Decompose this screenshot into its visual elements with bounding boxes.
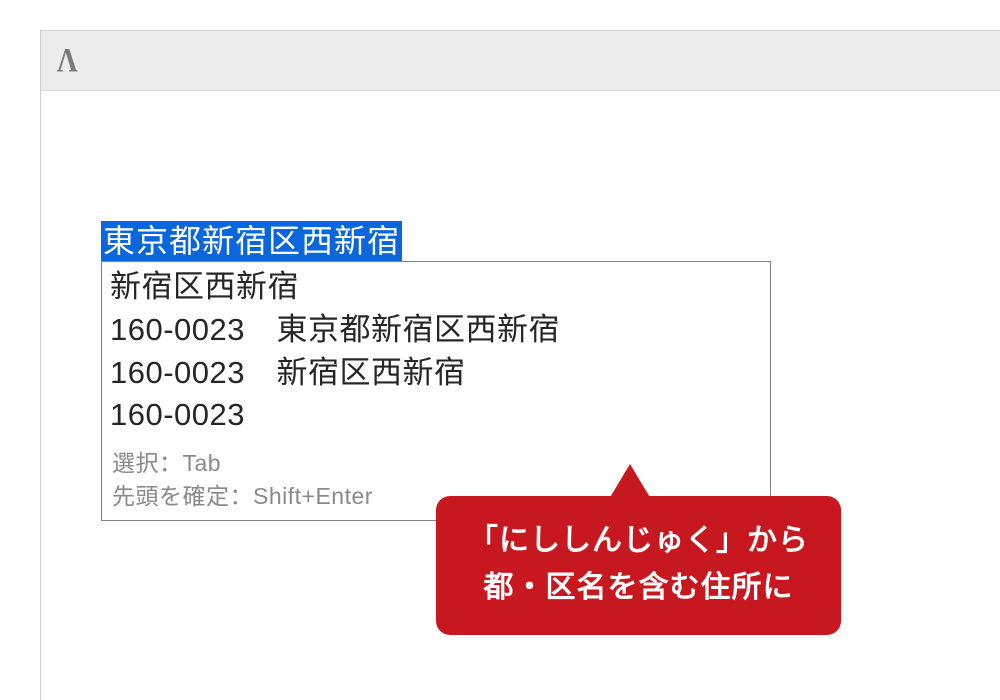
annotation-callout: 「にししんじゅく」から 都・区名を含む住所に <box>436 496 841 635</box>
ime-candidate-item[interactable]: 160-0023 東京都新宿区西新宿 <box>110 309 762 352</box>
app-logo-icon: Λ <box>57 42 78 80</box>
ime-candidate-item[interactable]: 160-0023 新宿区西新宿 <box>110 352 762 395</box>
callout-line: 都・区名を含む住所に <box>468 565 809 612</box>
ime-candidate-item[interactable]: 160-0023 <box>110 394 762 437</box>
ime-hint-select: 選択：Tab <box>112 447 760 480</box>
ime-candidate-item[interactable]: 新宿区西新宿 <box>110 266 762 309</box>
ime-candidate-box: 新宿区西新宿 160-0023 東京都新宿区西新宿 160-0023 新宿区西新… <box>101 261 771 521</box>
ime-selected-text[interactable]: 東京都新宿区西新宿 <box>101 221 402 261</box>
document-area[interactable]: 東京都新宿区西新宿 新宿区西新宿 160-0023 東京都新宿区西新宿 160-… <box>41 91 1000 700</box>
ime-composition: 東京都新宿区西新宿 新宿区西新宿 160-0023 東京都新宿区西新宿 160-… <box>101 221 771 521</box>
titlebar: Λ <box>41 31 1000 91</box>
ime-candidate-list: 新宿区西新宿 160-0023 東京都新宿区西新宿 160-0023 新宿区西新… <box>102 262 770 443</box>
callout-body: 「にししんじゅく」から 都・区名を含む住所に <box>436 496 841 635</box>
callout-tail-icon <box>606 464 654 504</box>
callout-line: 「にししんじゅく」から <box>468 518 809 565</box>
app-window: Λ 東京都新宿区西新宿 新宿区西新宿 160-0023 東京都新宿区西新宿 16… <box>40 30 1000 700</box>
